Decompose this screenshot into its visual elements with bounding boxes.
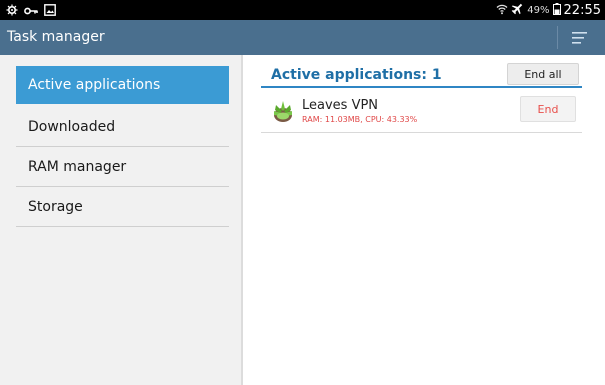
settings-icon [6, 1, 18, 20]
leaf-app-icon [272, 99, 294, 123]
end-app-button[interactable]: End [520, 96, 576, 122]
app-list-item[interactable]: Leaves VPN RAM: 11.03MB, CPU: 43.33% End [261, 90, 582, 133]
battery-icon [552, 2, 561, 18]
sidebar-item-label: RAM manager [28, 158, 127, 175]
section-divider [261, 86, 582, 88]
menu-icon [566, 32, 592, 51]
app-title: Task manager [7, 29, 105, 45]
action-bar-divider [557, 26, 558, 49]
end-all-button[interactable]: End all [507, 63, 579, 85]
status-bar: 49% 22:55 [0, 0, 605, 20]
airplane-icon [511, 2, 524, 18]
app-stats: RAM: 11.03MB, CPU: 43.33% [302, 115, 418, 124]
status-bar-right: 49% 22:55 [496, 0, 601, 20]
section-title: Active applications: 1 [271, 67, 442, 83]
key-icon [24, 1, 38, 20]
battery-percent: 49% [527, 4, 550, 16]
sidebar-item-ram-manager[interactable]: RAM manager [16, 147, 229, 187]
clock-time: 22:55 [563, 2, 601, 18]
wifi-icon [496, 3, 508, 18]
overflow-menu-button[interactable] [566, 29, 592, 47]
sidebar-divider [241, 55, 243, 385]
sidebar-item-label: Downloaded [28, 118, 116, 135]
app-name: Leaves VPN [302, 98, 379, 113]
sidebar-item-storage[interactable]: Storage [16, 187, 229, 227]
status-bar-left-icons [6, 3, 56, 17]
sidebar-item-active-applications[interactable]: Active applications [16, 66, 229, 104]
sidebar-item-label: Active applications [28, 77, 161, 93]
action-bar: Task manager [0, 20, 605, 55]
sidebar-item-label: Storage [28, 198, 83, 215]
image-icon [44, 1, 56, 20]
sidebar-item-downloaded[interactable]: Downloaded [16, 107, 229, 147]
